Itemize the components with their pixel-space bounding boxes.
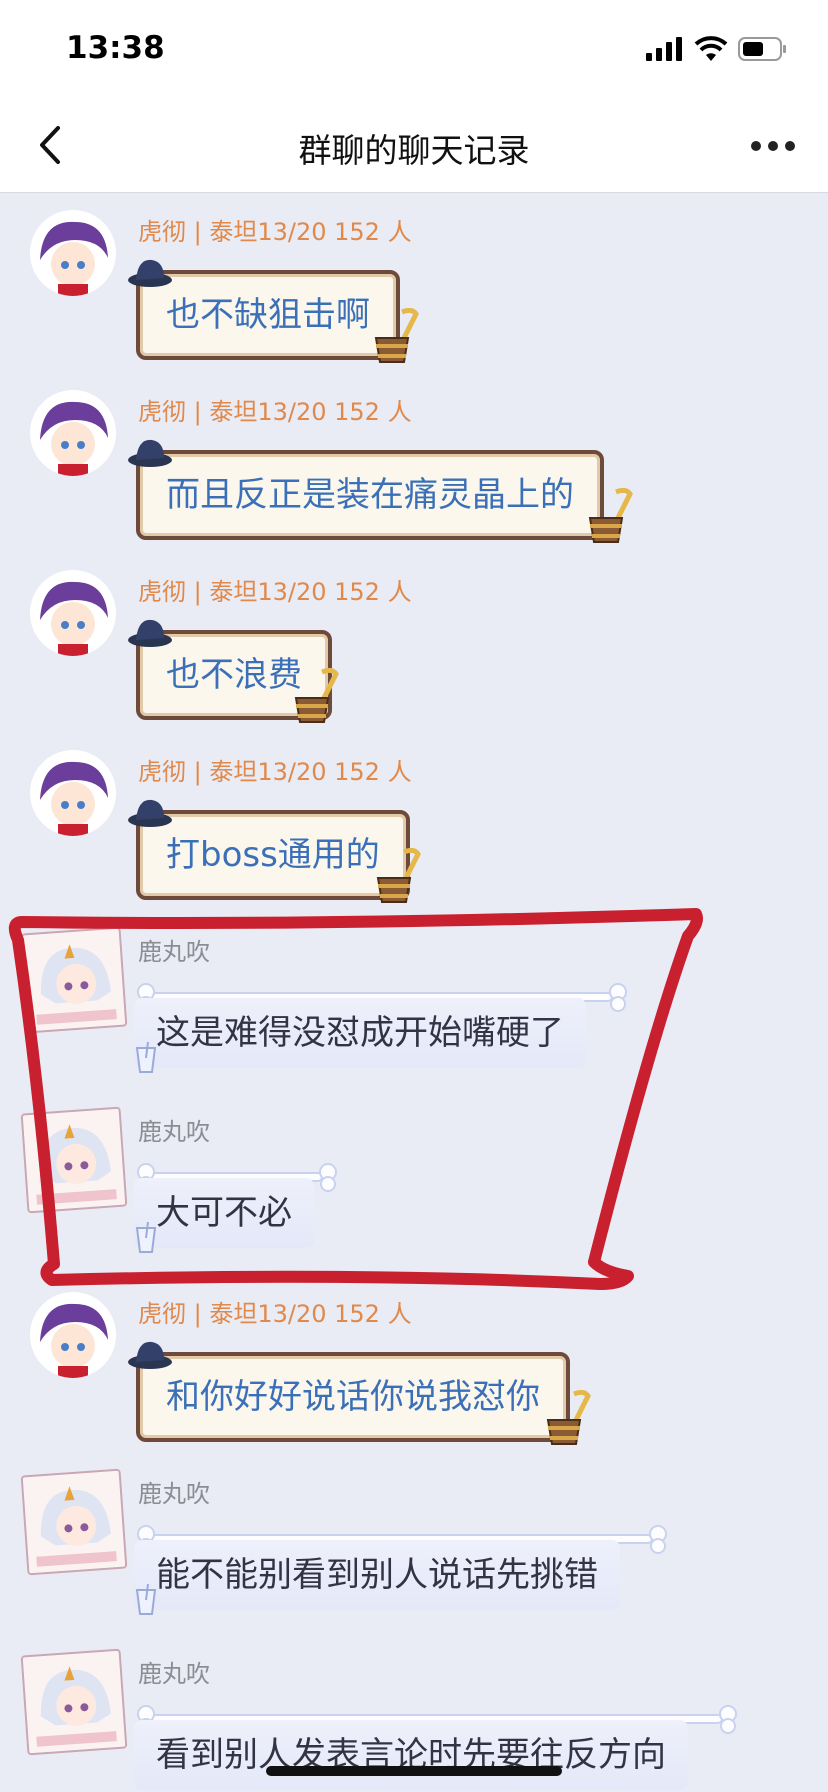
avatar[interactable] [30,210,116,296]
avatar[interactable] [30,390,116,476]
wifi-icon [694,36,728,61]
hat-icon [128,439,172,467]
page-title: 群聊的聊天记录 [298,131,530,170]
chat-history[interactable]: 虎彻 | 泰坦13/20 152 人 也不缺狙击啊 虎彻 | 泰坦13/20 1… [0,192,828,1792]
bucket-icon [376,848,421,903]
more-dots-icon[interactable] [748,126,798,166]
sender-name: 虎彻 | 泰坦13/20 152 人 [138,218,412,246]
message-bubble[interactable]: 大可不必 [134,1178,314,1248]
status-icons [646,36,788,62]
bucket-icon [546,1390,591,1445]
status-bar: 13:38 [0,0,828,100]
cup-icon [135,1584,157,1615]
nav-bar: 群聊的聊天记录 [0,100,828,193]
sender-name: 虎彻 | 泰坦13/20 152 人 [138,578,412,606]
avatar[interactable] [30,750,116,836]
status-time: 13:38 [66,30,165,66]
avatar[interactable] [20,1468,128,1576]
message-bubble[interactable]: 也不缺狙击啊 [136,270,400,360]
cup-icon [135,1042,157,1073]
hat-icon [128,799,172,827]
cup-icon [135,1222,157,1253]
message-bubble[interactable]: 打boss通用的 [136,810,410,900]
avatar[interactable] [20,1648,128,1756]
battery-icon [738,37,786,61]
signal-icon [646,37,682,61]
home-indicator[interactable] [266,1766,562,1776]
sender-name: 虎彻 | 泰坦13/20 152 人 [138,398,412,426]
message-bubble[interactable]: 看到别人发表言论时先要往反方向 [134,1720,688,1790]
sender-name: 虎彻 | 泰坦13/20 152 人 [138,758,412,786]
message-bubble[interactable]: 而且反正是装在痛灵晶上的 [136,450,604,540]
hat-icon [128,259,172,287]
avatar[interactable] [30,1292,116,1378]
hat-icon [128,1341,172,1369]
sender-name: 虎彻 | 泰坦13/20 152 人 [138,1300,412,1328]
sender-name: 鹿丸吹 [138,1480,210,1508]
sender-name: 鹿丸吹 [138,938,210,966]
hat-icon [128,619,172,647]
bucket-icon [374,308,419,363]
avatar[interactable] [20,1106,128,1214]
message-bubble[interactable]: 和你好好说话你说我怼你 [136,1352,570,1442]
sender-name: 鹿丸吹 [138,1660,210,1688]
sender-name: 鹿丸吹 [138,1118,210,1146]
message-bubble[interactable]: 能不能别看到别人说话先挑错 [134,1540,620,1610]
avatar[interactable] [30,570,116,656]
bucket-icon [294,668,339,723]
message-bubble[interactable]: 这是难得没怼成开始嘴硬了 [134,998,586,1068]
avatar[interactable] [20,926,128,1034]
bucket-icon [588,488,633,543]
